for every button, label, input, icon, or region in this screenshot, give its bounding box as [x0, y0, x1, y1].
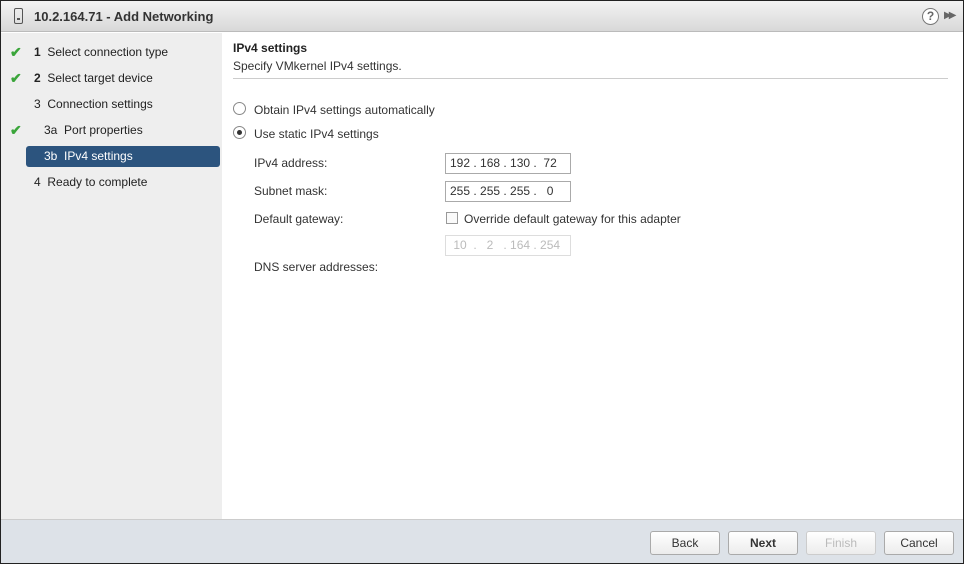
- check-icon: ✔: [10, 70, 22, 86]
- next-button[interactable]: Next: [728, 531, 798, 555]
- step-label: 3a Port properties: [44, 123, 143, 137]
- step-port-properties[interactable]: ✔ 3a Port properties: [1, 120, 222, 141]
- add-networking-dialog: 10.2.164.71 - Add Networking ? ▶▶ ✔ 1 Sel…: [0, 0, 964, 564]
- step-select-target-device[interactable]: ✔ 2 Select target device: [1, 68, 222, 89]
- step-ready-to-complete[interactable]: 4 Ready to complete: [1, 172, 222, 193]
- footer: Back Next Finish Cancel: [1, 519, 963, 563]
- host-icon: [14, 8, 23, 24]
- override-gateway-checkbox[interactable]: [446, 212, 458, 224]
- dns-server-label: DNS server addresses:: [254, 260, 379, 274]
- radio-obtain-auto[interactable]: [233, 102, 246, 115]
- check-icon: ✔: [10, 122, 22, 138]
- step-label: 3 Connection settings: [34, 97, 153, 111]
- cancel-button[interactable]: Cancel: [884, 531, 954, 555]
- radio-use-static-label[interactable]: Use static IPv4 settings: [254, 127, 379, 141]
- help-icon[interactable]: ?: [922, 8, 939, 25]
- page-subtitle: Specify VMkernel IPv4 settings.: [233, 59, 402, 73]
- ipv4-address-label: IPv4 address:: [254, 156, 328, 170]
- back-button[interactable]: Back: [650, 531, 720, 555]
- step-connection-settings[interactable]: 3 Connection settings: [1, 94, 222, 115]
- dialog-title: 10.2.164.71 - Add Networking: [34, 9, 214, 24]
- override-gateway-label[interactable]: Override default gateway for this adapte…: [464, 212, 681, 226]
- step-select-connection-type[interactable]: ✔ 1 Select connection type: [1, 42, 222, 63]
- page-title: IPv4 settings: [233, 41, 308, 55]
- expand-icon[interactable]: ▶▶: [944, 10, 957, 21]
- check-icon: ✔: [10, 44, 22, 60]
- step-label: 2 Select target device: [34, 71, 153, 85]
- step-label: 3b IPv4 settings: [44, 149, 133, 163]
- step-label: 4 Ready to complete: [34, 175, 148, 189]
- default-gateway-input: 10 . 2 . 164 . 254: [445, 235, 571, 256]
- ipv4-address-input[interactable]: 192 . 168 . 130 . 72: [445, 153, 571, 174]
- default-gateway-label: Default gateway:: [254, 212, 344, 226]
- ipv4-settings-panel: IPv4 settings Specify VMkernel IPv4 sett…: [223, 33, 963, 519]
- title-bar: 10.2.164.71 - Add Networking ? ▶▶: [1, 1, 963, 32]
- radio-obtain-auto-label[interactable]: Obtain IPv4 settings automatically: [254, 103, 435, 117]
- subnet-mask-label: Subnet mask:: [254, 184, 328, 198]
- finish-button: Finish: [806, 531, 876, 555]
- step-ipv4-settings[interactable]: 3b IPv4 settings: [1, 146, 222, 167]
- radio-use-static[interactable]: [233, 126, 246, 139]
- divider: [233, 78, 948, 79]
- wizard-steps: ✔ 1 Select connection type ✔ 2 Select targ…: [1, 33, 222, 519]
- subnet-mask-input[interactable]: 255 . 255 . 255 . 0: [445, 181, 571, 202]
- step-label: 1 Select connection type: [34, 45, 169, 59]
